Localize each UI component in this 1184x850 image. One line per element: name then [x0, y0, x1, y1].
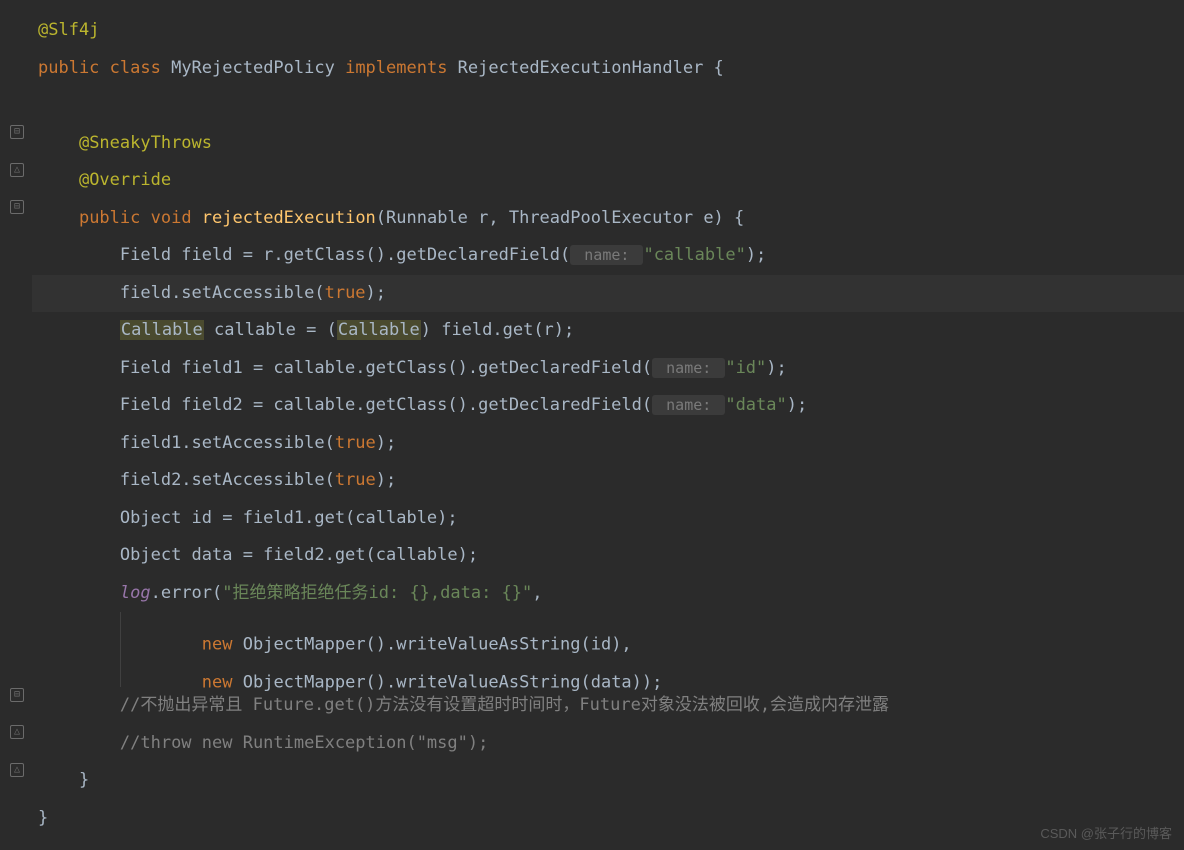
code-token: ); [376, 433, 396, 453]
code-token: callable = ( [204, 320, 337, 340]
fold-icon[interactable]: ⊟ [10, 200, 24, 214]
code-line[interactable]: @Override [32, 162, 1184, 200]
code-line[interactable]: new ObjectMapper().writeValueAsString(da… [32, 650, 1184, 688]
code-token: true [325, 283, 366, 303]
code-token: ) field.get(r); [421, 320, 575, 340]
watermark: CSDN @张子行的博客 [1040, 823, 1172, 842]
code-line[interactable]: //throw new RuntimeException("msg"); [32, 725, 1184, 763]
code-token: name: [652, 358, 725, 378]
code-line[interactable]: Field field2 = callable.getClass().getDe… [32, 387, 1184, 425]
code-token: .error( [151, 583, 223, 603]
code-line[interactable]: Callable callable = (Callable) field.get… [32, 312, 1184, 350]
code-token: @Slf4j [38, 20, 99, 40]
code-token: rejectedExecution [202, 208, 376, 228]
code-token: Object id = field1.get(callable); [120, 508, 458, 528]
code-token: //throw new RuntimeException("msg"); [120, 733, 488, 753]
code-token: public [38, 58, 110, 78]
code-token: Callable [120, 320, 204, 340]
code-token: public [79, 208, 151, 228]
code-token: @SneakyThrows [79, 133, 212, 153]
fold-icon[interactable]: ⊟ [10, 125, 24, 139]
code-token: (Runnable r, ThreadPoolExecutor e) { [376, 208, 744, 228]
code-editor[interactable]: ⊟ △ ⊟ ⊟ △ △ @Slf4j public class MyRejectedPoli… [0, 0, 1184, 850]
code-token: "data" [725, 395, 786, 415]
code-token: "id" [725, 358, 766, 378]
code-token: MyRejectedPolicy [171, 58, 345, 78]
code-token: name: [652, 395, 725, 415]
code-token: class [110, 58, 171, 78]
code-token: } [38, 808, 48, 828]
code-line[interactable]: Field field1 = callable.getClass().getDe… [32, 350, 1184, 388]
code-line[interactable]: field2.setAccessible(true); [32, 462, 1184, 500]
code-token: ); [376, 470, 396, 490]
code-token: Callable [337, 320, 421, 340]
code-token: true [335, 433, 376, 453]
code-line[interactable]: Field field = r.getClass().getDeclaredFi… [32, 237, 1184, 275]
code-line[interactable]: new ObjectMapper().writeValueAsString(id… [32, 612, 1184, 650]
code-token: } [79, 770, 89, 790]
code-token: Field field1 = callable.getClass().getDe… [120, 358, 652, 378]
fold-icon[interactable]: △ [10, 163, 24, 177]
code-line[interactable] [32, 87, 1184, 125]
code-line[interactable]: @Slf4j [32, 12, 1184, 50]
code-line[interactable]: field.setAccessible(true); [32, 275, 1184, 313]
code-line[interactable]: field1.setAccessible(true); [32, 425, 1184, 463]
code-token: field1.setAccessible( [120, 433, 335, 453]
code-token: Field field2 = callable.getClass().getDe… [120, 395, 652, 415]
code-token: ); [766, 358, 786, 378]
code-line[interactable]: //不抛出异常且 Future.get()方法没有设置超时时间时，Future对… [32, 687, 1184, 725]
code-token: Object data = field2.get(callable); [120, 545, 478, 565]
fold-icon[interactable]: △ [10, 763, 24, 777]
code-line[interactable]: public void rejectedExecution(Runnable r… [32, 200, 1184, 238]
code-token: @Override [79, 170, 171, 190]
code-line[interactable]: } [32, 800, 1184, 838]
code-token: log [120, 583, 151, 603]
gutter: ⊟ △ ⊟ ⊟ △ △ [0, 0, 32, 850]
code-token: , [532, 583, 542, 603]
code-line[interactable]: Object id = field1.get(callable); [32, 500, 1184, 538]
code-line[interactable]: } [32, 762, 1184, 800]
code-token: Field field = r.getClass().getDeclaredFi… [120, 245, 570, 265]
fold-icon[interactable]: △ [10, 725, 24, 739]
code-token: //不抛出异常且 Future.get()方法没有设置超时时间时，Future对… [120, 695, 889, 715]
code-token: void [151, 208, 202, 228]
code-token: ); [787, 395, 807, 415]
code-token: ); [366, 283, 386, 303]
code-line[interactable]: public class MyRejectedPolicy implements… [32, 50, 1184, 88]
code-line[interactable]: Object data = field2.get(callable); [32, 537, 1184, 575]
code-token: name: [570, 245, 643, 265]
code-token: true [335, 470, 376, 490]
fold-icon[interactable]: ⊟ [10, 688, 24, 702]
code-token: ); [746, 245, 766, 265]
code-token: RejectedExecutionHandler { [458, 58, 724, 78]
code-line[interactable]: log.error("拒绝策略拒绝任务id: {},data: {}", [32, 575, 1184, 613]
code-token: "callable" [643, 245, 745, 265]
code-token: "拒绝策略拒绝任务id: {},data: {}" [222, 583, 532, 603]
code-line[interactable]: @SneakyThrows [32, 125, 1184, 163]
code-token: implements [345, 58, 458, 78]
code-area[interactable]: @Slf4j public class MyRejectedPolicy impl… [32, 0, 1184, 850]
code-token: field2.setAccessible( [120, 470, 335, 490]
code-token: field.setAccessible( [120, 283, 325, 303]
